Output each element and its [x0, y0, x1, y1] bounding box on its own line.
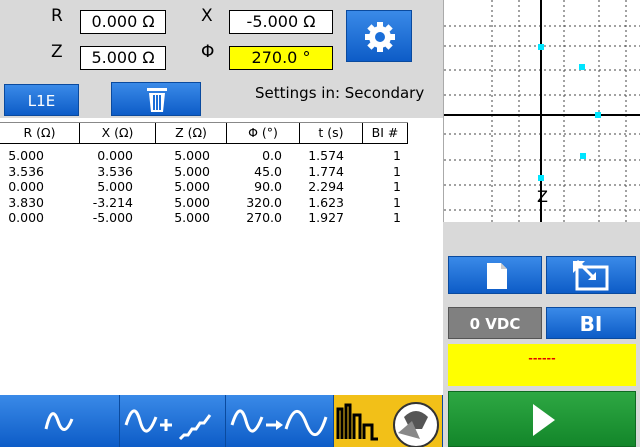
settings-button[interactable]: [346, 10, 412, 62]
phi-label: Φ: [201, 42, 215, 62]
cell-t: 1.774: [308, 163, 344, 179]
cell-t: 1.623: [308, 194, 344, 210]
delete-button[interactable]: [111, 82, 201, 116]
cell-t: 2.294: [308, 179, 344, 194]
point-1: [595, 112, 601, 118]
cell-z: 5.000: [174, 194, 210, 210]
cell-bi: 1: [393, 179, 401, 194]
sine-transition-icon: [230, 409, 328, 436]
cell-x: 3.536: [97, 163, 133, 179]
settings-mode-text: Settings in: Secondary: [255, 84, 425, 102]
point-2: [579, 64, 585, 70]
r-field[interactable]: 0.000 Ω: [80, 10, 166, 34]
cell-bi: 1: [393, 210, 401, 225]
cell-z: 5.000: [174, 163, 210, 179]
export-icon: [573, 259, 609, 291]
sine-ramp-button[interactable]: [120, 395, 226, 447]
table-row[interactable]: 0.000 -5.000 5.000 270.0 1.927 1: [0, 210, 420, 226]
phi-field[interactable]: 270.0 °: [229, 46, 333, 70]
cell-phi: 45.0: [254, 163, 282, 179]
cell-x: -3.214: [92, 194, 133, 210]
z-label: Z: [51, 42, 63, 62]
trash-icon: [147, 88, 167, 112]
x-label: X: [201, 6, 213, 26]
r-label: R: [51, 6, 63, 26]
cell-phi: 0.0: [262, 148, 282, 163]
export-button[interactable]: [546, 256, 636, 294]
point-5: [538, 175, 544, 181]
document-icon: [487, 263, 507, 289]
table-row[interactable]: 3.536 3.536 5.000 45.0 1.774 1: [0, 164, 420, 180]
cell-t: 1.927: [308, 210, 344, 225]
cell-z: 5.000: [174, 148, 210, 163]
point-3: [538, 44, 544, 50]
col-t: t (s): [300, 123, 363, 143]
table-row[interactable]: 5.000 0.000 5.000 0.0 1.574 1: [0, 148, 420, 164]
col-x: X (Ω): [80, 123, 156, 143]
cell-phi: 90.0: [254, 179, 282, 194]
play-icon: [533, 404, 555, 436]
voltage-display: 0 VDC: [448, 307, 542, 339]
plot-axis-label: Z: [537, 187, 548, 206]
cell-z: 5.000: [174, 179, 210, 194]
test-points-table[interactable]: R (Ω) X (Ω) Z (Ω) Φ (°) t (s) BI # 5.000…: [0, 118, 443, 395]
x-field[interactable]: -5.000 Ω: [229, 10, 333, 34]
cell-r: 3.830: [8, 194, 44, 210]
sine-wave-icon: [44, 412, 74, 431]
z-field[interactable]: 5.000 Ω: [80, 46, 166, 70]
cell-x: 5.000: [97, 179, 133, 194]
cell-x: -5.000: [92, 210, 133, 225]
cell-r: 0.000: [8, 210, 44, 225]
fault-type-button[interactable]: L1E: [4, 84, 79, 116]
cell-bi: 1: [393, 194, 401, 210]
status-bar: ------: [448, 344, 636, 386]
table-body: 5.000 0.000 5.000 0.0 1.574 1 3.536 3.53…: [0, 148, 420, 226]
cell-x: 0.000: [97, 148, 133, 163]
sine-ramp-icon: [124, 409, 212, 441]
cell-r: 3.536: [8, 163, 44, 179]
pulse-mode-icon: [336, 402, 439, 447]
impedance-plot-canvas: Z: [444, 0, 640, 222]
impedance-plot[interactable]: Z: [443, 0, 640, 222]
input-panel: R 0.000 Ω X -5.000 Ω Z 5.000 Ω Φ 270.0 °…: [0, 0, 443, 118]
table-row[interactable]: 0.000 5.000 5.000 90.0 2.294 1: [0, 179, 420, 195]
col-r: R (Ω): [0, 123, 80, 143]
new-document-button[interactable]: [448, 256, 542, 294]
cell-phi: 270.0: [246, 210, 282, 225]
cell-bi: 1: [393, 148, 401, 163]
pulse-mode-button[interactable]: [334, 395, 443, 447]
cell-r: 5.000: [8, 148, 44, 163]
sine-transition-button[interactable]: [226, 395, 334, 447]
sine-mode-button[interactable]: [0, 395, 120, 447]
table-header: R (Ω) X (Ω) Z (Ω) Φ (°) t (s) BI #: [0, 122, 408, 144]
col-phi: Φ (°): [227, 123, 300, 143]
binary-input-button[interactable]: BI: [546, 307, 636, 339]
status-text: ------: [528, 352, 556, 365]
point-4: [580, 153, 586, 159]
col-z: Z (Ω): [156, 123, 227, 143]
cell-bi: 1: [393, 163, 401, 179]
gear-icon: [365, 22, 395, 52]
start-test-button[interactable]: [448, 391, 636, 447]
cell-z: 5.000: [174, 210, 210, 225]
table-row[interactable]: 3.830 -3.214 5.000 320.0 1.623 1: [0, 195, 420, 211]
cell-t: 1.574: [308, 148, 344, 163]
cell-r: 0.000: [8, 179, 44, 194]
col-bi: BI #: [363, 123, 408, 143]
cell-phi: 320.0: [246, 194, 282, 210]
